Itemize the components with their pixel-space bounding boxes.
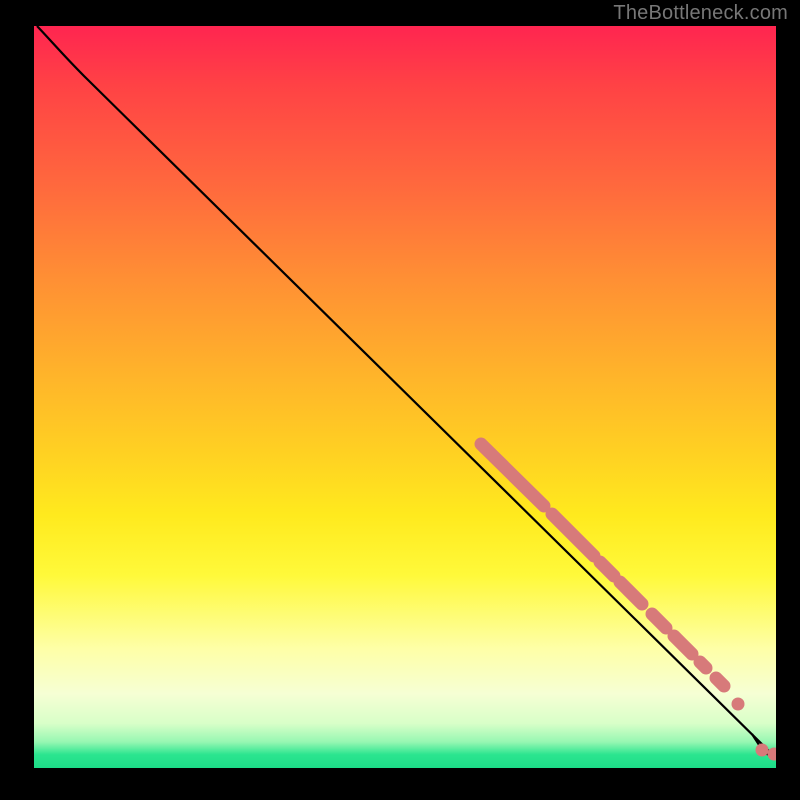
marker-dots <box>732 698 777 761</box>
chart-frame: TheBottleneck.com <box>0 0 800 800</box>
chart-overlay <box>34 26 776 768</box>
plot-area <box>34 26 776 768</box>
bottleneck-curve <box>37 26 774 756</box>
attribution-text: TheBottleneck.com <box>613 2 788 25</box>
marker-segments <box>481 444 724 686</box>
